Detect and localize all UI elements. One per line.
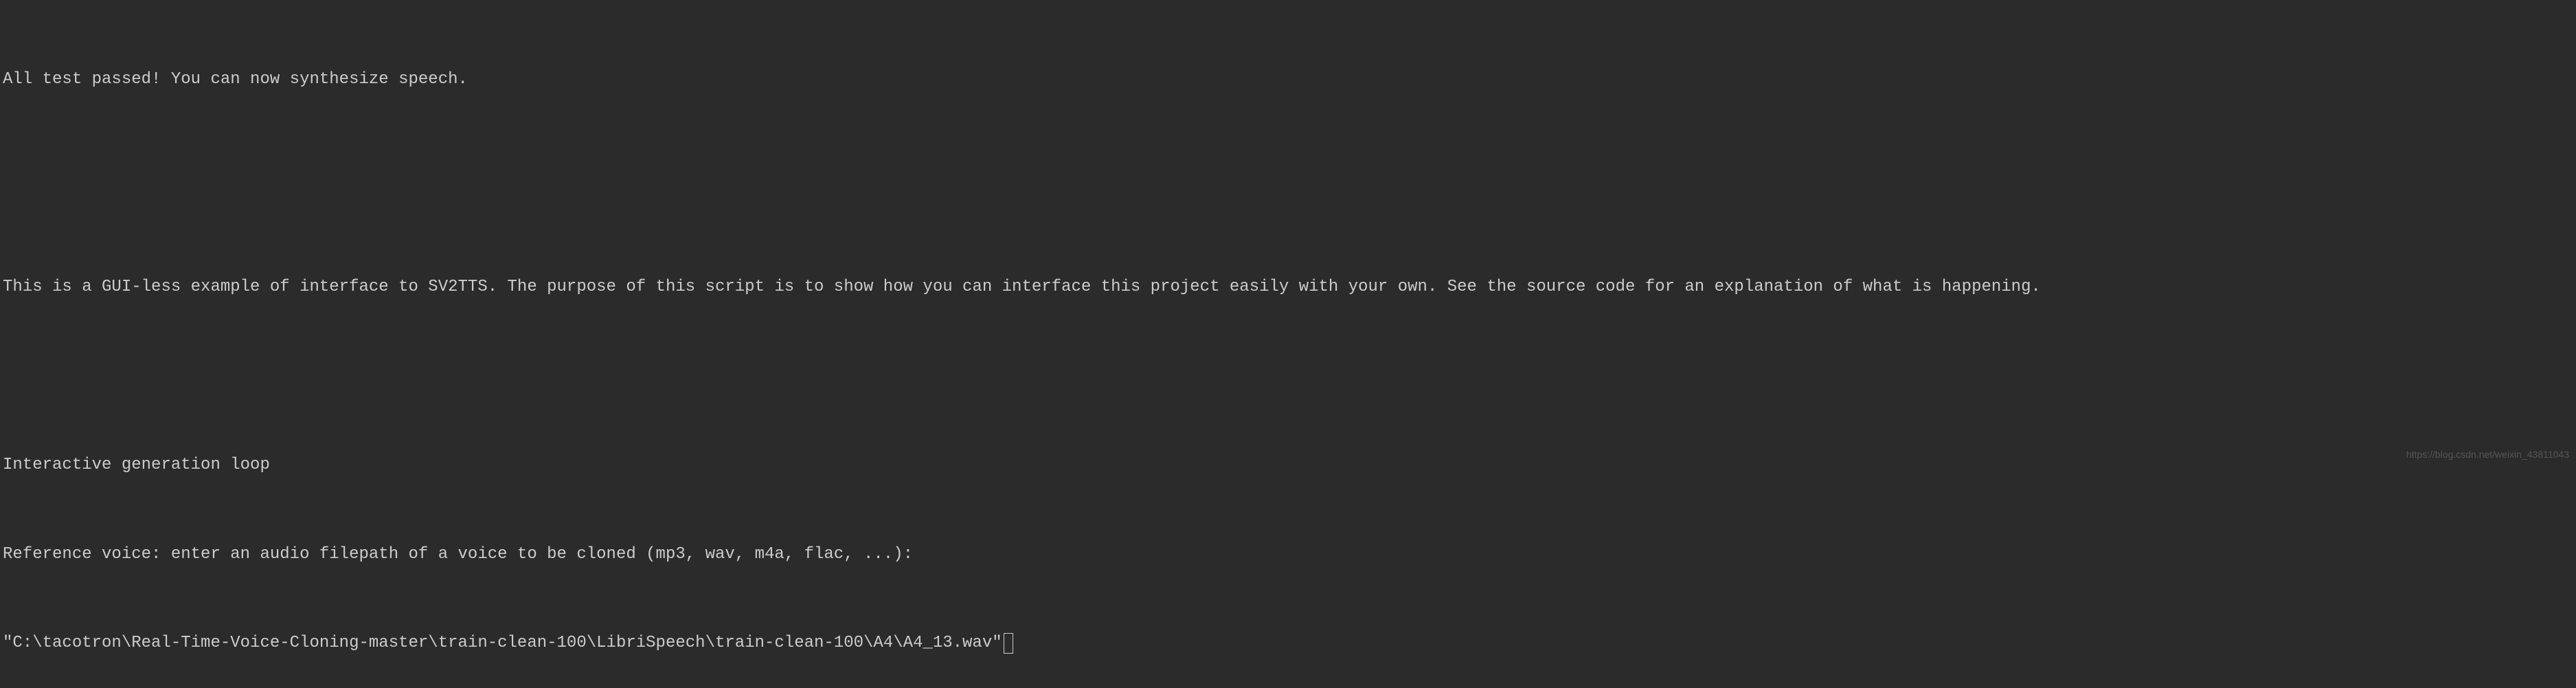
- blank-spacer: [3, 154, 2573, 213]
- output-line-loop-header: Interactive generation loop: [3, 450, 2573, 480]
- output-line-success: All test passed! You can now synthesize …: [3, 65, 2573, 94]
- input-line[interactable]: "C:\tacotron\Real-Time-Voice-Cloning-mas…: [3, 628, 2573, 658]
- output-line-description: This is a GUI-less example of interface …: [3, 272, 2573, 302]
- watermark-text: https://blog.csdn.net/weixin_43811043: [2406, 446, 2569, 463]
- blank-spacer-small: [3, 362, 2573, 391]
- terminal-output: All test passed! You can now synthesize …: [3, 5, 2573, 688]
- cursor-icon: [1004, 633, 1013, 654]
- input-value: "C:\tacotron\Real-Time-Voice-Cloning-mas…: [3, 628, 1002, 658]
- output-line-prompt: Reference voice: enter an audio filepath…: [3, 540, 2573, 569]
